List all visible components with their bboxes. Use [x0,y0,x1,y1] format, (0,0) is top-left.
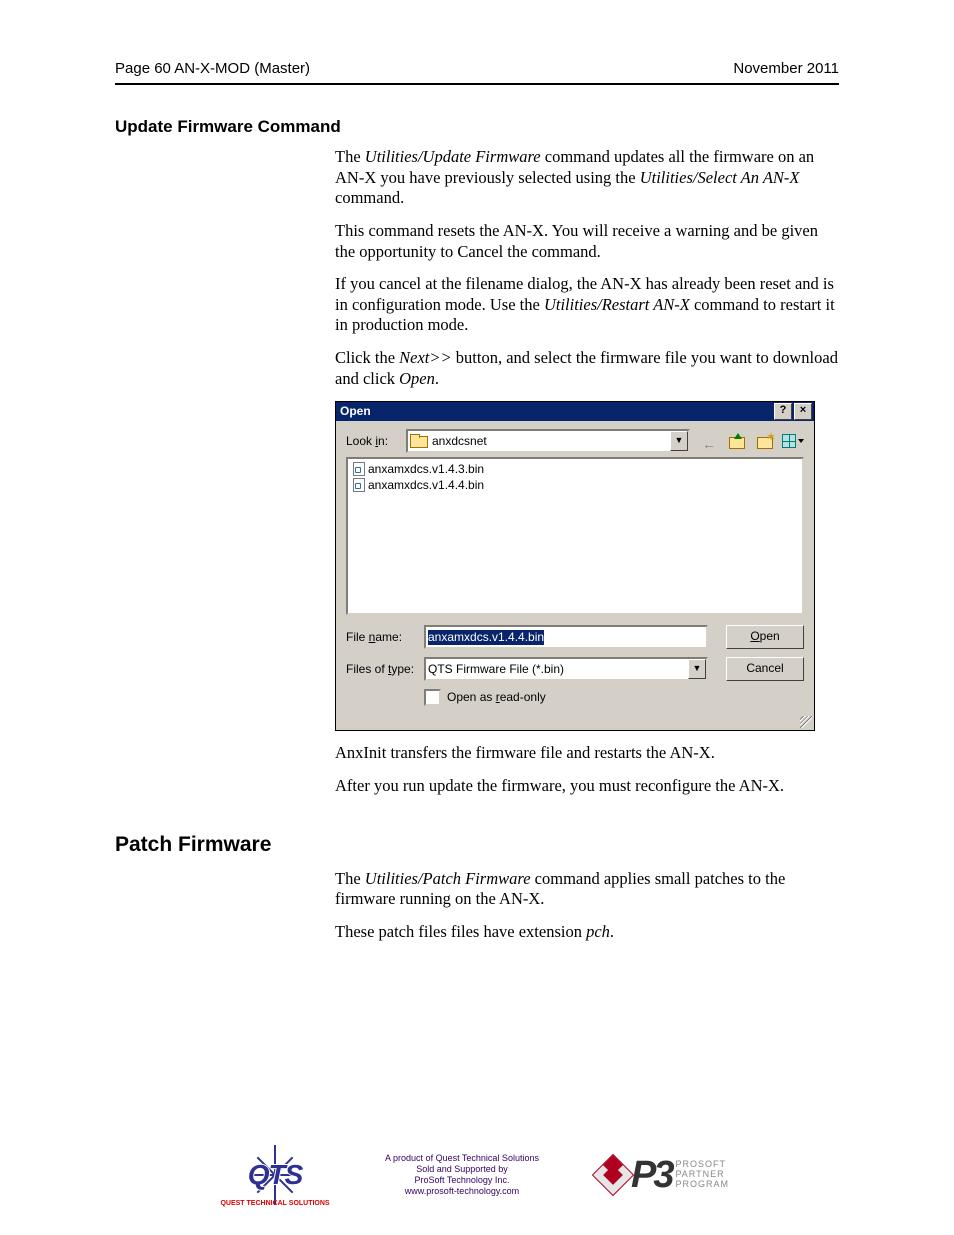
page-footer: QTS QUEST TECHNICAL SOLUTIONS A product … [0,1135,954,1215]
footer-text: A product of Quest Technical Solutions S… [385,1153,539,1198]
help-button[interactable]: ? [774,403,792,420]
resize-grip[interactable] [336,716,814,730]
dialog-titlebar[interactable]: Open ? × [336,402,814,421]
open-dialog: Open ? × Look in: anxdcsnet ▼ ← [335,401,815,731]
file-name: anxamxdcs.v1.4.3.bin [368,462,484,477]
file-item[interactable]: anxamxdcs.v1.4.4.bin [350,477,800,493]
open-button[interactable]: Open [726,625,804,649]
file-icon [352,478,366,492]
readonly-checkbox[interactable] [424,689,441,706]
heading-patch-firmware: Patch Firmware [115,833,839,857]
folder-open-icon [410,434,428,448]
close-button[interactable]: × [794,403,812,420]
file-item[interactable]: anxamxdcs.v1.4.3.bin [350,461,800,477]
filetype-label: Files of type: [346,662,424,677]
dialog-title-text: Open [340,404,371,419]
p3-logo-text: P3 [631,1156,671,1194]
file-list[interactable]: anxamxdcs.v1.4.3.bin anxamxdcs.v1.4.4.bi… [346,457,804,615]
cancel-button[interactable]: Cancel [726,657,804,681]
qts-logo: QTS QUEST TECHNICAL SOLUTIONS [225,1135,325,1215]
lookin-label: Look in: [346,434,406,449]
header-right: November 2011 [733,60,839,77]
file-name: anxamxdcs.v1.4.4.bin [368,478,484,493]
file-icon [352,462,366,476]
lookin-dropdown-button[interactable]: ▼ [670,431,688,451]
page-header: Page 60 AN-X-MOD (Master) November 2011 [115,60,839,85]
filename-label: File name: [346,630,424,645]
para-6: After you run update the firmware, you m… [335,776,839,797]
para-7: The Utilities/Patch Firmware command app… [335,869,839,910]
readonly-label: Open as read-only [447,690,546,705]
filetype-value: QTS Firmware File (*.bin) [426,662,688,677]
diamond-icon [593,1155,633,1195]
lookin-value: anxdcsnet [432,434,670,449]
para-2: This command resets the AN-X. You will r… [335,221,839,262]
para-4: Click the Next>> button, and select the … [335,348,839,389]
lookin-combo[interactable]: anxdcsnet ▼ [406,429,690,453]
filetype-dropdown-button[interactable]: ▼ [688,659,706,679]
new-folder-button[interactable] [754,431,776,452]
resize-grip-icon [800,716,812,728]
arrow-left-icon: ← [702,436,716,446]
back-button[interactable]: ← [698,431,720,452]
folder-new-icon [757,434,773,448]
folder-up-icon [729,434,745,448]
filetype-combo[interactable]: QTS Firmware File (*.bin) ▼ [424,657,708,681]
prosoft-partner-logo: P3 PROSOFT PARTNER PROGRAM [599,1147,729,1203]
views-icon [782,432,804,450]
heading-update-firmware: Update Firmware Command [115,117,839,137]
views-button[interactable] [782,431,804,452]
para-3: If you cancel at the filename dialog, th… [335,274,839,336]
qts-logo-text: QTS [248,1159,303,1191]
header-left: Page 60 AN-X-MOD (Master) [115,60,310,77]
up-one-level-button[interactable] [726,431,748,452]
para-8: These patch files files have extension p… [335,922,839,943]
qts-logo-sub: QUEST TECHNICAL SOLUTIONS [220,1200,329,1207]
para-1: The Utilities/Update Firmware command up… [335,147,839,209]
para-5: AnxInit transfers the firmware file and … [335,743,839,764]
filename-input[interactable]: anxamxdcs.v1.4.4.bin [424,625,708,649]
